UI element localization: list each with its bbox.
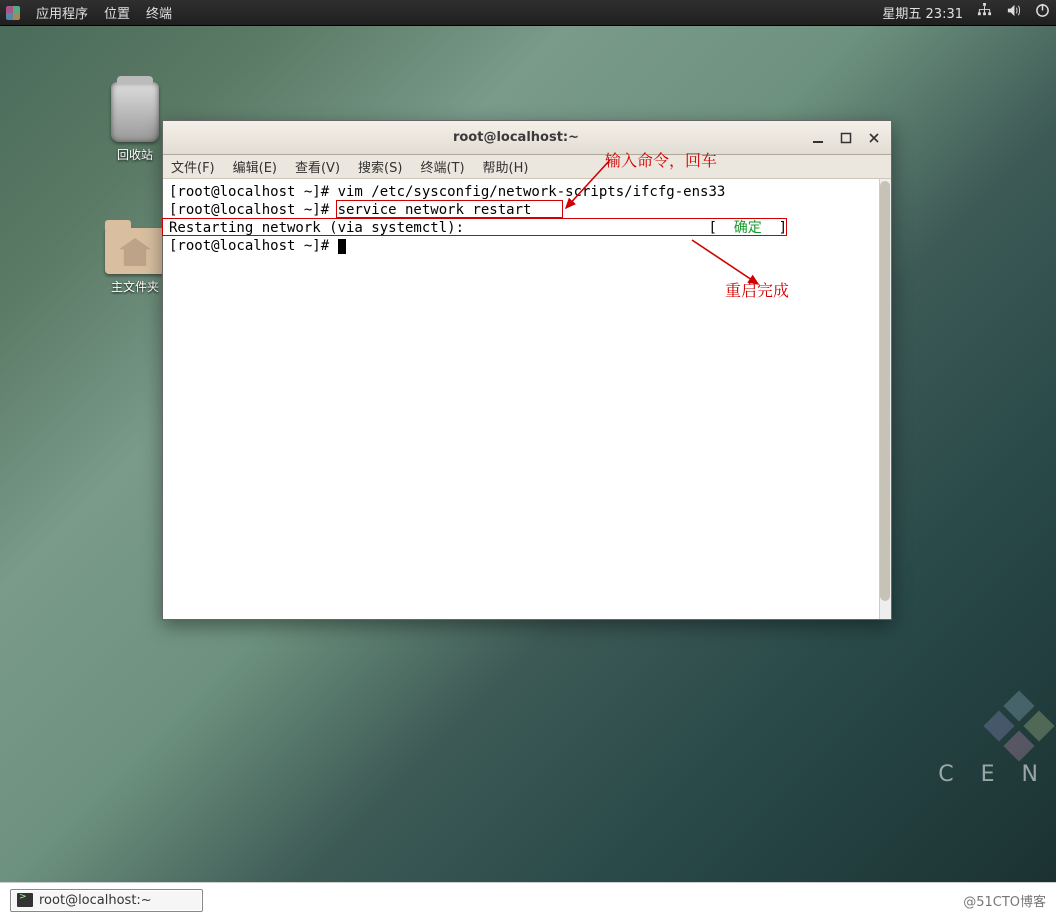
centos-text: C E N xyxy=(938,762,1048,787)
network-icon[interactable] xyxy=(977,3,992,22)
terminal-cursor xyxy=(338,239,346,254)
terminal-line-2-prompt: [root@localhost ~]# xyxy=(169,202,338,218)
menu-help[interactable]: 帮助(H) xyxy=(483,157,529,176)
bottom-bar: root@localhost:~ @51CTO博客 xyxy=(0,882,1056,917)
terminal-icon xyxy=(17,893,33,907)
top-panel: 应用程序 位置 终端 星期五 23:31 xyxy=(0,0,1056,26)
trash-icon xyxy=(111,82,159,142)
taskbar-terminal-button[interactable]: root@localhost:~ xyxy=(10,889,203,912)
menu-terminal[interactable]: 终端(T) xyxy=(420,157,464,176)
home-folder-icon xyxy=(105,228,165,274)
top-panel-right: 星期五 23:31 xyxy=(882,3,1050,22)
menu-view[interactable]: 查看(V) xyxy=(295,157,340,176)
gnome-icon xyxy=(6,6,20,20)
clock[interactable]: 星期五 23:31 xyxy=(882,3,963,22)
close-button[interactable] xyxy=(865,129,883,147)
terminal-line-1: [root@localhost ~]# vim /etc/sysconfig/n… xyxy=(169,184,725,200)
titlebar[interactable]: root@localhost:~ xyxy=(163,121,891,155)
scrollbar[interactable] xyxy=(879,179,891,619)
volume-icon[interactable] xyxy=(1006,3,1021,22)
menu-applications[interactable]: 应用程序 xyxy=(36,3,88,22)
terminal-line-2-cmd: service network restart xyxy=(338,202,532,218)
terminal-body[interactable]: [root@localhost ~]# vim /etc/sysconfig/n… xyxy=(163,179,891,619)
menubar: 文件(F) 编辑(E) 查看(V) 搜索(S) 终端(T) 帮助(H) xyxy=(163,155,891,179)
terminal-window: root@localhost:~ 文件(F) 编辑(E) 查看(V) 搜索(S)… xyxy=(162,120,892,620)
watermark: @51CTO博客 xyxy=(963,891,1046,910)
menu-file[interactable]: 文件(F) xyxy=(171,157,215,176)
menu-edit[interactable]: 编辑(E) xyxy=(233,157,277,176)
top-panel-left: 应用程序 位置 终端 xyxy=(6,3,172,22)
terminal-ok-text: 确定 xyxy=(734,220,762,236)
centos-logo xyxy=(988,695,1050,757)
taskbar-terminal-label: root@localhost:~ xyxy=(39,893,152,908)
menu-places[interactable]: 位置 xyxy=(104,3,130,22)
minimize-button[interactable] xyxy=(809,129,827,147)
window-title: root@localhost:~ xyxy=(223,130,809,145)
terminal-line-4-prompt: [root@localhost ~]# xyxy=(169,238,338,254)
menu-search[interactable]: 搜索(S) xyxy=(358,157,402,176)
desktop: 应用程序 位置 终端 星期五 23:31 回收站 主文件夹 root@l xyxy=(0,0,1056,917)
terminal-line-3-restart: Restarting network (via systemctl): xyxy=(169,220,464,236)
scrollbar-thumb[interactable] xyxy=(880,181,890,601)
menu-terminal-shortcut[interactable]: 终端 xyxy=(146,3,172,22)
power-icon[interactable] xyxy=(1035,3,1050,22)
maximize-button[interactable] xyxy=(837,129,855,147)
window-buttons xyxy=(809,129,883,147)
